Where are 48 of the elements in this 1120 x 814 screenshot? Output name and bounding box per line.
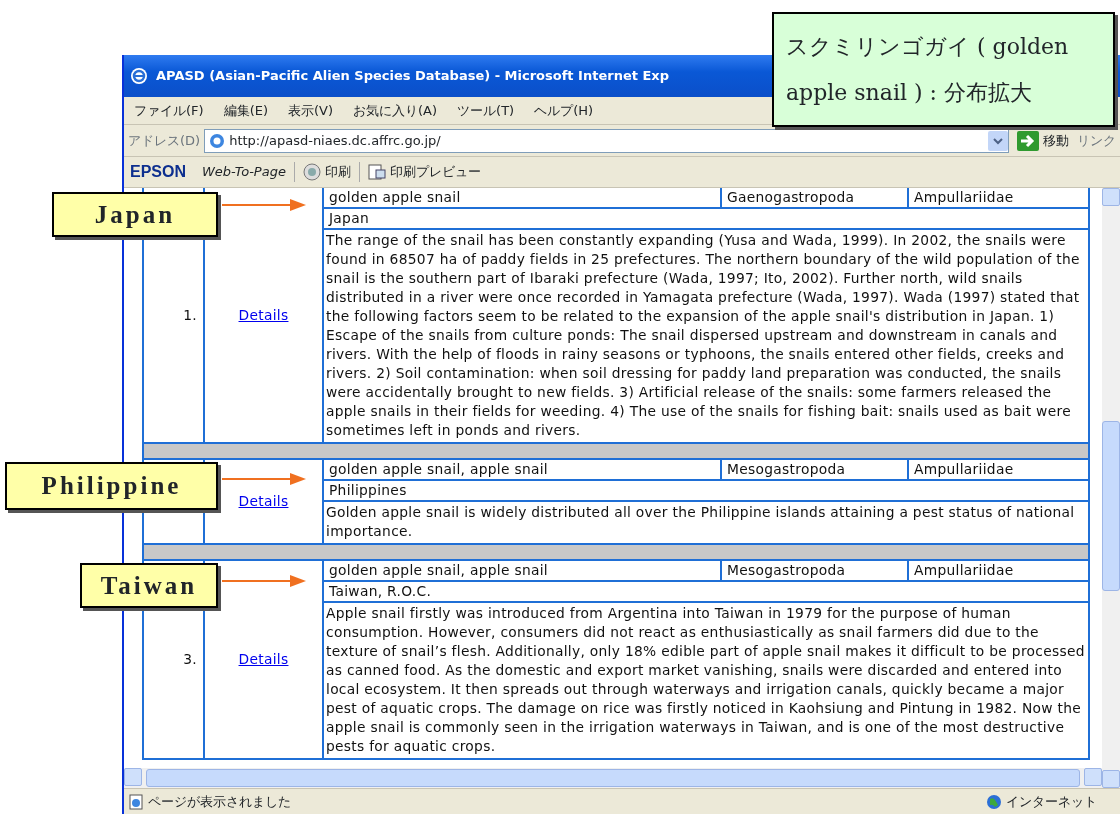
web-to-page-button[interactable]: Web-To-Page <box>202 162 286 182</box>
details-link[interactable]: Details <box>238 305 289 325</box>
table-cell: golden apple snail <box>324 188 722 207</box>
status-text: ページが表示されました <box>148 792 292 811</box>
browser-icon <box>130 67 148 85</box>
links-label: リンク <box>1077 131 1116 150</box>
table-cell-text: Philippines <box>328 481 408 500</box>
address-label: アドレス(D) <box>128 131 201 150</box>
table-cell-text: Apple snail firstly was introduced from Argentina into Taiwan in 1979 for the purpose of human consumption. However, consumers did not react as enthusiastically as snail farmers did due to the texture of snail’s flesh. Additionally, only 18% edible part of apple snail makes it difficult to be processed as canned food. As the domestic and export market vanishing, snails were discarded and entered into local ecosystem. It then spreads out through waterways and irrigation canals, quickly became a major pest of aquatic crops. The damage on rice was firstly noticed in Kaohsiung and Pintung in 1982. Now the apple snail is commonly seen in the irrigation waterways in Taiwan, and is one of the most destructive pests for aquatic crops. <box>325 604 1086 756</box>
print-button[interactable]: 印刷 <box>302 162 351 182</box>
horizontal-scrollbar[interactable] <box>124 768 1102 788</box>
table-cell: golden apple snail, apple snail <box>324 460 722 479</box>
preview-icon <box>367 163 386 181</box>
globe-icon <box>986 793 1002 810</box>
print-preview-button[interactable]: 印刷プレビュー <box>367 162 481 182</box>
menu-item[interactable]: 表示(V) <box>278 100 344 121</box>
menu-item[interactable]: ファイル(F) <box>124 100 214 121</box>
table-cell: Mesogastropoda <box>722 561 909 580</box>
table-cell-text: Ampullariidae <box>913 460 1015 479</box>
label-callout: Philippine <box>5 462 218 510</box>
zone-label: インターネット <box>1006 792 1098 811</box>
print-icon <box>302 163 321 181</box>
row-number: 3. <box>183 650 197 669</box>
table-cell-text: The range of the snail has been constantly expanding (Yusa and Wada, 1999). In 2002, the snails were found in 68507 ha of paddy fields in 25 prefectures. The northern boundary of the wild population of the snail is the southern part of Ibaraki prefecture (Wada, 1997; Ito, 2002). Further north, wild snails distributed in a river were once recorded in Yamagata prefecture (Wada, 1997). Wada (1997) stated that the following factors seem to be related to the expansion of the apple snail's distribution in Japan. 1) Escape of the snails from culture ponds: The snail dispersed upstream and downstream in canals and rivers. With the help of floods in rainy seasons or typhoons, the snails entered other fields, creeks and rivers. 2) Soil contamination: when soil dressing for paddy land preparation was conducted, the snails were accidentally brought to new fields. 3) Artificial release of the snails: some farmers released the apple snails in their fields for weeding. 4) The use of the snails for fishing bait: snails used as bait were sometimes left in ponds and rivers. <box>325 231 1081 440</box>
menu-item[interactable]: ツール(T) <box>447 100 525 121</box>
window-title: APASD (Asian-Pacific Alien Species Database) - Microsoft Internet Exp <box>156 67 670 86</box>
address-field[interactable]: http://apasd-niaes.dc.affrc.go.jp/ <box>204 128 1009 153</box>
table-cell-text: Ampullariidae <box>913 561 1015 580</box>
go-button[interactable]: 移動 <box>1013 130 1073 151</box>
details-link[interactable]: Details <box>238 492 289 511</box>
table-cell-text: Taiwan, R.O.C. <box>328 582 433 601</box>
dropdown-icon[interactable] <box>988 130 1008 151</box>
table-cell: Mesogastropoda <box>722 460 909 479</box>
table-cell-text: Golden apple snail is widely distributed all over the Philippine islands attaining a pest status of national importance. <box>325 503 1076 541</box>
table-cell-text: Ampullariidae <box>913 188 1015 207</box>
table-cell: golden apple snail, apple snail <box>324 561 722 580</box>
label-callout: Japan <box>52 192 218 237</box>
label-callout: Taiwan <box>80 563 218 608</box>
menu-item[interactable]: お気に入り(A) <box>343 100 448 121</box>
brand-logo: EPSON <box>130 162 186 182</box>
menu-item[interactable]: ヘルプ(H) <box>524 100 604 121</box>
menu-item[interactable]: 編集(E) <box>213 100 278 121</box>
table-cell: Gaenogastropoda <box>722 188 909 207</box>
table-cell-text: Japan <box>327 209 370 228</box>
title-callout: スクミリンゴガイ ( golden apple snail ) : 分布拡大 <box>772 12 1115 127</box>
row-number: 1. <box>183 305 197 325</box>
details-link[interactable]: Details <box>238 650 289 669</box>
vertical-scrollbar[interactable] <box>1102 188 1120 788</box>
